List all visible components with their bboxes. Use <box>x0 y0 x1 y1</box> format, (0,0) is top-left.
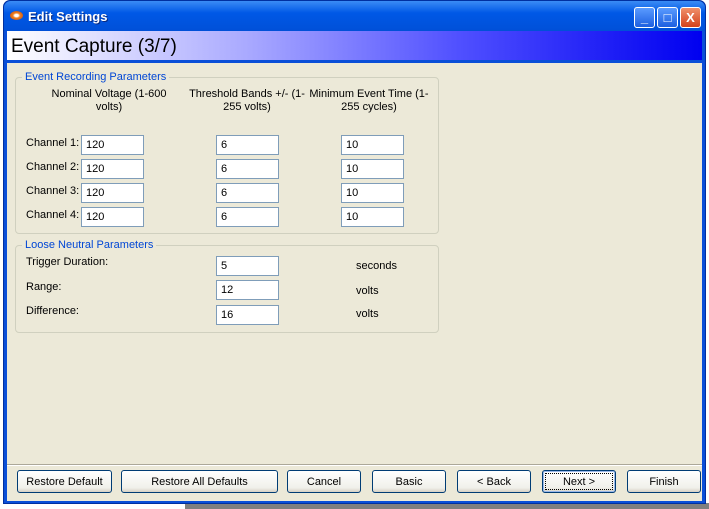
window-title: Edit Settings <box>28 9 108 24</box>
channel-3-nominal-voltage-input[interactable] <box>81 183 144 203</box>
channel-2-threshold-input[interactable] <box>216 159 279 179</box>
restore-all-defaults-button[interactable]: Restore All Defaults <box>121 470 278 493</box>
channel-2-nominal-voltage-input[interactable] <box>81 159 144 179</box>
column-header: Minimum Event Time (1-255 cycles) <box>309 88 429 113</box>
app-icon <box>10 11 23 20</box>
basic-button[interactable]: Basic <box>372 470 446 493</box>
channel-1-min-event-time-input[interactable] <box>341 135 404 155</box>
difference-input[interactable] <box>216 305 279 325</box>
channel-4-threshold-input[interactable] <box>216 207 279 227</box>
page-title: Event Capture (3/7) <box>11 36 177 57</box>
unit-label: volts <box>356 285 379 297</box>
trigger-duration-input[interactable] <box>216 256 279 276</box>
separator <box>7 464 702 466</box>
trigger-duration-label: Trigger Duration: <box>26 256 109 268</box>
channel-1-nominal-voltage-input[interactable] <box>81 135 144 155</box>
back-button[interactable]: < Back <box>457 470 531 493</box>
group-legend: Event Recording Parameters <box>22 71 170 83</box>
minimize-button[interactable]: _ <box>634 7 655 28</box>
range-label: Range: <box>26 281 62 293</box>
edit-settings-window: Edit Settings _ □ X Event Capture (3/7) … <box>3 0 706 504</box>
channel-label: Channel 4: <box>26 209 80 221</box>
unit-label: seconds <box>356 260 397 272</box>
dialog-client: Event Capture (3/7) Event Recording Para… <box>7 31 702 501</box>
column-header: Threshold Bands +/- (1-255 volts) <box>189 88 305 113</box>
finish-button[interactable]: Finish <box>627 470 701 493</box>
channel-label: Channel 1: <box>26 137 80 149</box>
channel-label: Channel 3: <box>26 185 80 197</box>
channel-2-min-event-time-input[interactable] <box>341 159 404 179</box>
range-input[interactable] <box>216 280 279 300</box>
next-button[interactable]: Next > <box>542 470 616 493</box>
channel-label: Channel 2: <box>26 161 80 173</box>
group-legend: Loose Neutral Parameters <box>22 239 157 251</box>
channel-4-nominal-voltage-input[interactable] <box>81 207 144 227</box>
difference-label: Difference: <box>26 305 79 317</box>
title-bar[interactable]: Edit Settings _ □ X <box>4 1 705 31</box>
channel-1-threshold-input[interactable] <box>216 135 279 155</box>
restore-default-button[interactable]: Restore Default <box>17 470 112 493</box>
cancel-button[interactable]: Cancel <box>287 470 361 493</box>
page-banner: Event Capture (3/7) <box>7 31 702 63</box>
column-header: Nominal Voltage (1-600 volts) <box>51 88 167 113</box>
channel-3-threshold-input[interactable] <box>216 183 279 203</box>
channel-4-min-event-time-input[interactable] <box>341 207 404 227</box>
close-button[interactable]: X <box>680 7 701 28</box>
maximize-button[interactable]: □ <box>657 7 678 28</box>
channel-3-min-event-time-input[interactable] <box>341 183 404 203</box>
unit-label: volts <box>356 308 379 320</box>
